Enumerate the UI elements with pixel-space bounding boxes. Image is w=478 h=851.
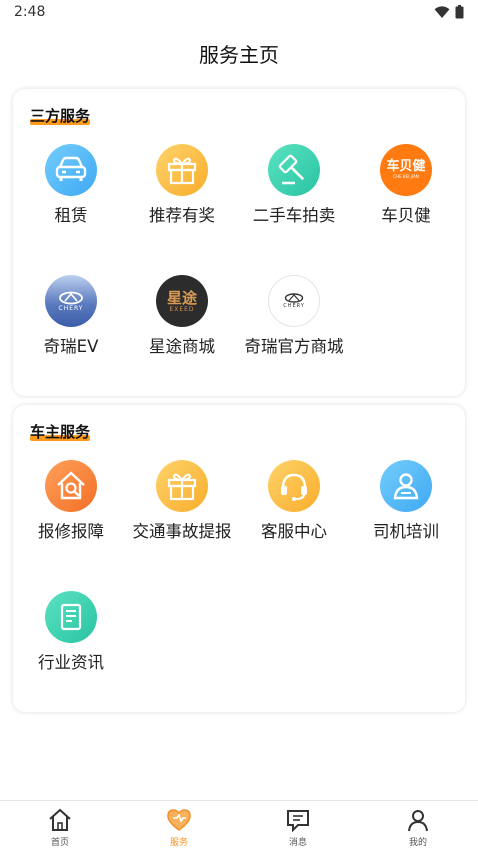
heart-icon: [149, 807, 209, 833]
service-label: 司机培训: [373, 522, 439, 541]
nav-label: 服务: [169, 838, 188, 848]
chery-ev-logo: CHERY: [45, 275, 97, 327]
service-label: 奇瑞EV: [43, 337, 99, 356]
exeed-logo: 星途 EXEED: [156, 275, 208, 327]
service-label: 星途商城: [149, 337, 215, 356]
service-exeed-mall[interactable]: 星途 EXEED 星途商城: [126, 275, 238, 357]
service-label: 推荐有奖: [149, 206, 215, 225]
service-used-car-auction[interactable]: 二手车拍卖: [238, 144, 350, 226]
car-icon: [45, 144, 97, 196]
message-icon: [268, 807, 328, 833]
chebeijian-logo: 车贝健 CHE BEI JIAN: [380, 144, 432, 196]
logo-text: 星途: [166, 288, 197, 307]
logo-text: CHERY: [283, 303, 305, 309]
logo-text: CHERY: [58, 304, 84, 312]
bottom-nav: 首页 服务 消息 我的: [0, 800, 478, 851]
status-bar: 2:48: [0, 0, 478, 26]
section-title-text: 三方服务: [30, 107, 91, 125]
nav-profile[interactable]: 我的: [388, 807, 448, 848]
logo-subtext: EXEED: [169, 305, 195, 313]
gift-icon: [156, 460, 208, 512]
service-rental[interactable]: 租赁: [15, 144, 127, 226]
wifi-icon: [434, 5, 450, 18]
gavel-icon: [268, 144, 320, 196]
status-icons: [434, 5, 464, 19]
service-referral-reward[interactable]: 推荐有奖: [126, 144, 238, 226]
service-label: 车贝健: [381, 206, 431, 225]
service-label: 租赁: [54, 206, 88, 225]
nav-label: 我的: [408, 838, 427, 848]
gift-icon: [156, 144, 208, 196]
home-icon: [30, 807, 90, 833]
third-party-services-card: 三方服务 租赁 推荐有奖 二手车拍卖 车贝健 CHE BEI JIAN 车贝健 …: [13, 89, 465, 396]
headset-icon: [268, 460, 320, 512]
chery-official-logo: CHERY: [268, 275, 320, 327]
driver-icon: [380, 460, 432, 512]
service-chebeijian[interactable]: 车贝健 CHE BEI JIAN 车贝健: [350, 144, 462, 226]
page-title: 服务主页: [199, 43, 279, 67]
section-title-text: 车主服务: [30, 423, 91, 441]
service-industry-news[interactable]: 行业资讯: [15, 591, 127, 673]
news-icon: [45, 591, 97, 643]
service-chery-ev[interactable]: CHERY 奇瑞EV: [15, 275, 127, 357]
service-label: 行业资讯: [38, 653, 104, 672]
service-chery-official-mall[interactable]: CHERY 奇瑞官方商城: [238, 275, 350, 357]
person-icon: [388, 807, 448, 833]
nav-label: 首页: [50, 838, 69, 848]
battery-icon: [455, 5, 464, 19]
repair-icon: [45, 460, 97, 512]
owner-services-card: 车主服务 报修报障 交通事故提报 客服中心 司机培训 行业资讯: [13, 405, 465, 712]
service-driver-training[interactable]: 司机培训: [350, 460, 462, 542]
service-customer-center[interactable]: 客服中心: [238, 460, 350, 542]
status-time: 2:48: [14, 4, 46, 20]
section-title-third-party: 三方服务: [30, 105, 91, 126]
service-accident-report[interactable]: 交通事故提报: [126, 460, 238, 542]
nav-home[interactable]: 首页: [30, 807, 90, 848]
service-label: 交通事故提报: [132, 522, 232, 541]
service-label: 二手车拍卖: [252, 206, 336, 225]
logo-text: 车贝健: [386, 159, 426, 174]
nav-label: 消息: [288, 838, 307, 848]
nav-messages[interactable]: 消息: [268, 807, 328, 848]
service-label: 报修报障: [38, 522, 104, 541]
header: 服务主页: [0, 26, 478, 84]
service-label: 奇瑞官方商城: [244, 337, 344, 356]
nav-services[interactable]: 服务: [149, 807, 209, 848]
section-title-owner: 车主服务: [30, 421, 91, 442]
logo-subtext: CHE BEI JIAN: [393, 174, 419, 179]
service-repair-report[interactable]: 报修报障: [15, 460, 127, 542]
service-label: 客服中心: [261, 522, 327, 541]
